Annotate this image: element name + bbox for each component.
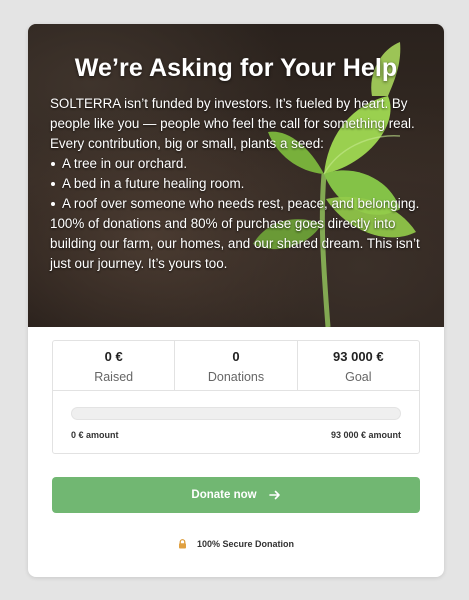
- stat-raised-label: Raised: [94, 370, 134, 384]
- stat-donations: 0 Donations: [175, 341, 298, 390]
- stat-raised-value: 0 €: [104, 349, 123, 364]
- stat-donations-label: Donations: [207, 370, 265, 384]
- hero-intro: SOLTERRA isn’t funded by investors. It’s…: [50, 96, 415, 151]
- lock-icon: [178, 539, 187, 549]
- stat-donations-value: 0: [232, 349, 240, 364]
- hero-bullet: A tree in our orchard.: [50, 154, 426, 174]
- stat-row: 0 € Raised 0 Donations 93 000 € Goal: [53, 341, 419, 391]
- hero-closing: 100% of donations and 80% of purchase go…: [50, 216, 420, 271]
- progress-max-label: 93 000 € amount: [330, 430, 401, 440]
- hero-text: SOLTERRA isn’t funded by investors. It’s…: [50, 94, 426, 274]
- arrow-right-icon: [268, 490, 281, 500]
- donate-now-label: Donate now: [191, 489, 257, 501]
- hero-bullet: A roof over someone who needs rest, peac…: [50, 194, 426, 214]
- hero-title: We’re Asking for Your Help: [74, 54, 398, 82]
- donate-now-button[interactable]: Donate now: [52, 477, 420, 513]
- stat-goal-label: Goal: [345, 370, 372, 384]
- hero-banner: We’re Asking for Your Help SOLTERRA isn’…: [28, 24, 444, 327]
- progress-min-label: 0 € amount: [71, 430, 119, 440]
- hero-bullet: A bed in a future healing room.: [50, 174, 426, 194]
- secure-donation-label: 100% Secure Donation: [196, 539, 295, 549]
- progress-bar: [71, 407, 401, 420]
- donation-card: We’re Asking for Your Help SOLTERRA isn’…: [28, 24, 444, 577]
- stat-raised: 0 € Raised: [53, 341, 176, 390]
- stat-goal: 93 000 € Goal: [298, 341, 419, 390]
- donation-stats: 0 € Raised 0 Donations 93 000 € Goal 0 €…: [52, 340, 420, 454]
- hero-bullet-list: A tree in our orchard. A bed in a future…: [50, 154, 426, 214]
- secure-donation-note: 100% Secure Donation: [28, 539, 444, 549]
- stat-goal-value: 93 000 €: [333, 349, 384, 364]
